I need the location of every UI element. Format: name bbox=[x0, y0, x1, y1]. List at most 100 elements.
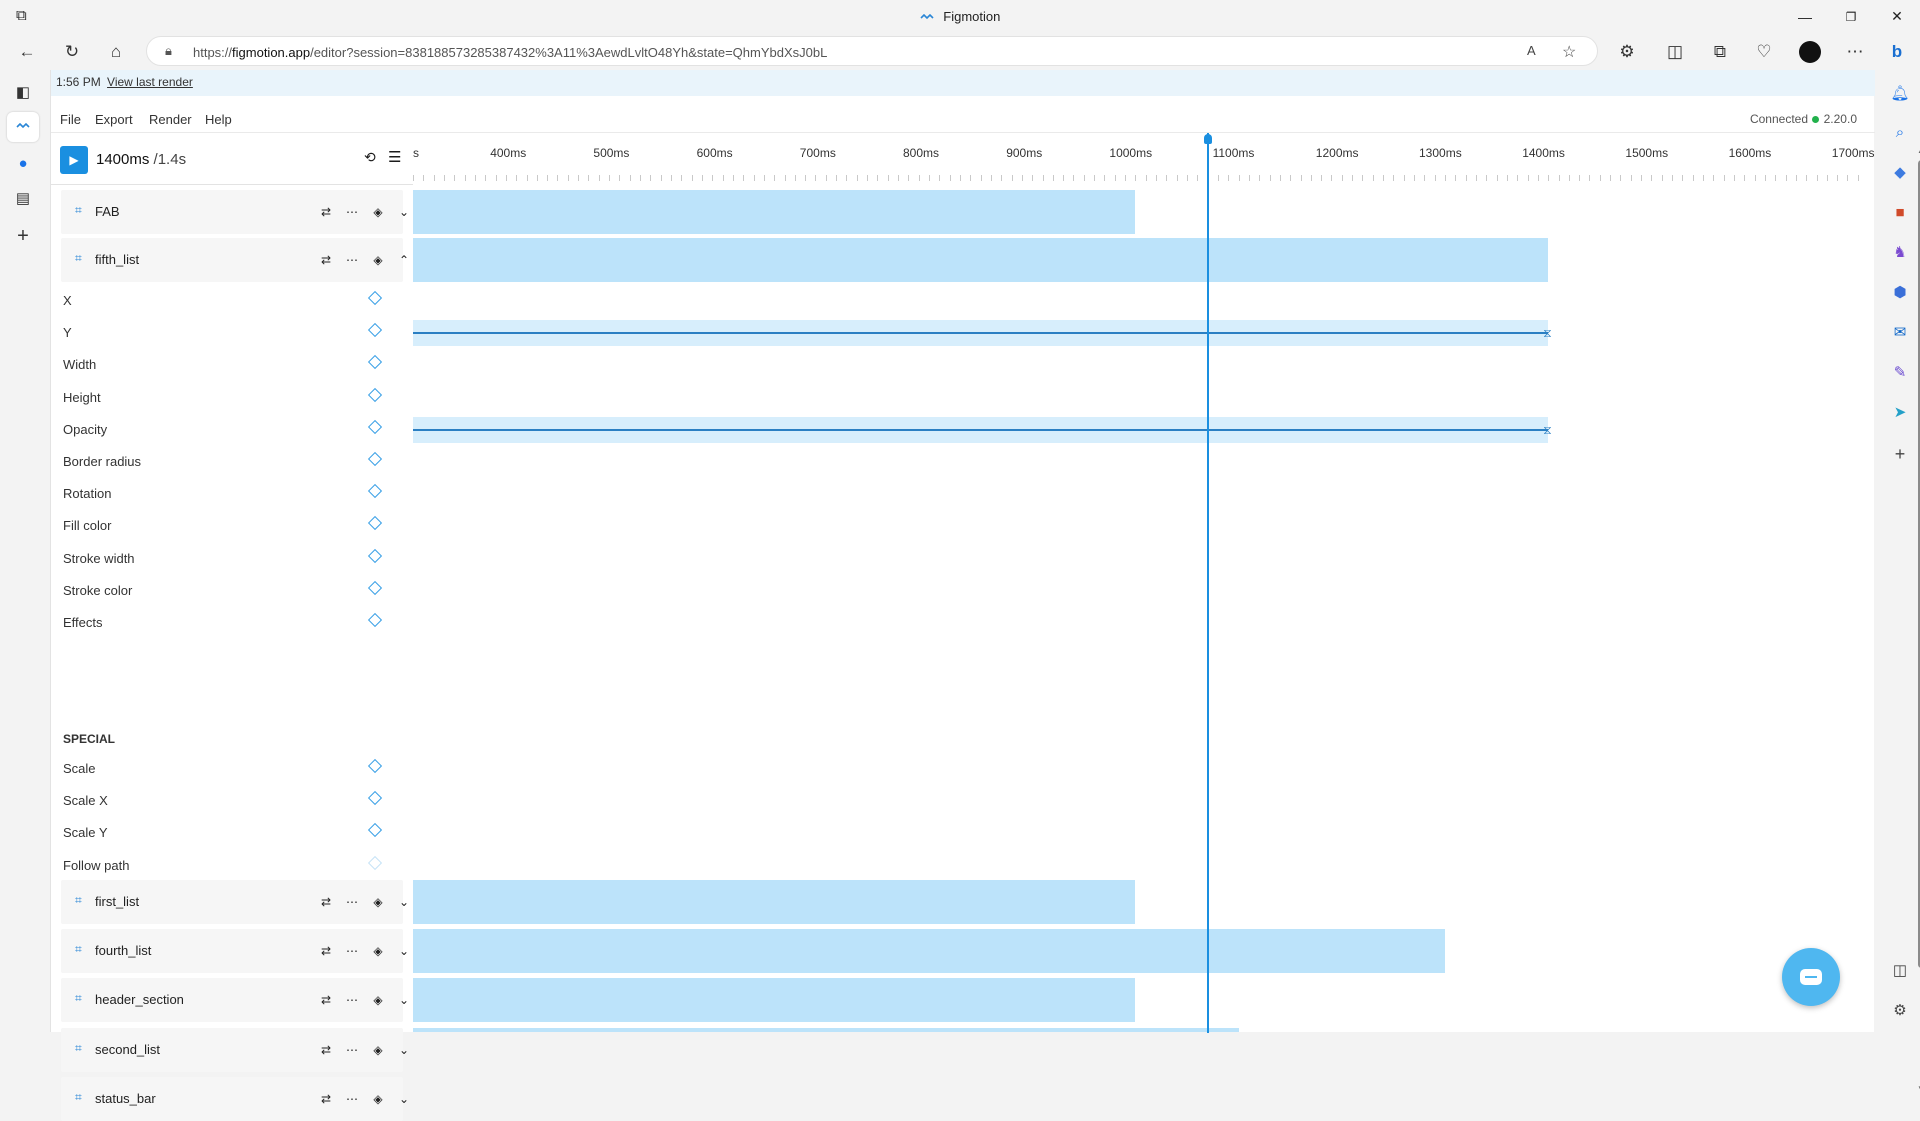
layer-row[interactable]: ⌗ fourth_list ⇄ ⋯ ◈ ⌄ bbox=[61, 929, 409, 974]
extensions-icon[interactable]: ⚙ bbox=[1614, 39, 1640, 65]
restore-button[interactable]: ❐ bbox=[1828, 0, 1874, 33]
list-menu-icon[interactable]: ☰ bbox=[388, 148, 401, 166]
property-row[interactable]: Scale bbox=[51, 752, 413, 784]
keyframe-diamond-icon[interactable] bbox=[367, 791, 383, 806]
chat-support-button[interactable] bbox=[1782, 948, 1840, 1006]
shopping-tag-icon[interactable]: ◆ bbox=[1888, 160, 1912, 184]
keyframe-diamond-icon[interactable] bbox=[367, 323, 383, 338]
address-bar[interactable]: 🔒︎ https://figmotion.app/editor?session=… bbox=[146, 36, 1598, 66]
property-row[interactable]: Scale X bbox=[51, 784, 413, 816]
menu-file[interactable]: File bbox=[60, 112, 81, 127]
chevron-down-icon[interactable]: ⌄ bbox=[394, 941, 414, 961]
loop-icon[interactable]: ⟲ bbox=[364, 149, 376, 166]
refresh-icon[interactable]: ↻ bbox=[59, 39, 85, 65]
tab-chat-icon[interactable]: ▤ bbox=[7, 183, 39, 213]
property-row[interactable]: Rotation bbox=[51, 477, 413, 509]
layer-track-bar[interactable] bbox=[413, 1027, 1239, 1032]
layers-icon[interactable]: ◈ bbox=[368, 1089, 388, 1109]
back-icon[interactable]: ← bbox=[14, 39, 40, 65]
layer-row[interactable]: ⌗ second_list ⇄ ⋯ ◈ ⌄ bbox=[61, 1027, 409, 1072]
property-row[interactable]: X bbox=[51, 284, 413, 316]
layers-icon[interactable]: ◈ bbox=[368, 892, 388, 912]
chevron-down-icon[interactable]: ⌄ bbox=[394, 990, 414, 1010]
keyframe-diamond-icon[interactable] bbox=[367, 580, 383, 595]
more-icon[interactable]: ⋯ bbox=[342, 1040, 362, 1060]
layer-row[interactable]: ⌗ fifth_list ⇄ ⋯ ◈ ⌃ bbox=[61, 238, 409, 282]
keyframe-diamond-icon[interactable] bbox=[367, 355, 383, 370]
office-icon[interactable]: ⬢ bbox=[1888, 280, 1912, 304]
search-icon[interactable]: ⌕ bbox=[1888, 120, 1912, 144]
close-button[interactable]: ✕ bbox=[1874, 0, 1920, 33]
layers-icon[interactable]: ◈ bbox=[368, 941, 388, 961]
settings-gear-icon[interactable]: ⚙ bbox=[1888, 998, 1912, 1022]
more-icon[interactable]: ⋯ bbox=[342, 941, 362, 961]
more-icon[interactable]: ⋯ bbox=[342, 202, 362, 222]
property-row[interactable]: Effects bbox=[51, 606, 413, 638]
play-button[interactable]: ▶ bbox=[60, 146, 88, 174]
new-tab-icon[interactable]: + bbox=[7, 221, 39, 251]
layer-track-bar[interactable] bbox=[413, 880, 1136, 924]
layer-row[interactable]: ⌗ first_list ⇄ ⋯ ◈ ⌄ bbox=[61, 880, 409, 924]
outlook-icon[interactable]: ✉ bbox=[1888, 320, 1912, 344]
keyframe-marker-icon[interactable]: ⧖ bbox=[1543, 423, 1553, 437]
designer-icon[interactable]: ✎ bbox=[1888, 360, 1912, 384]
more-icon[interactable]: ⋯ bbox=[342, 250, 362, 270]
tools-icon[interactable]: ■ bbox=[1888, 200, 1912, 224]
split-screen-icon[interactable]: ◫ bbox=[1662, 39, 1688, 65]
url-text[interactable]: https://figmotion.app/editor?session=838… bbox=[193, 45, 827, 60]
menu-render[interactable]: Render bbox=[149, 112, 192, 127]
minimize-button[interactable]: — bbox=[1782, 0, 1828, 33]
menu-export[interactable]: Export bbox=[95, 112, 133, 127]
chevron-down-icon[interactable]: ⌄ bbox=[394, 1040, 414, 1060]
chevron-down-icon[interactable]: ⌄ bbox=[394, 202, 414, 222]
more-icon[interactable]: ⋯ bbox=[342, 990, 362, 1010]
layers-icon[interactable]: ◈ bbox=[368, 1040, 388, 1060]
sidebar-layout-icon[interactable]: ◫ bbox=[1888, 958, 1912, 982]
layer-track-bar[interactable] bbox=[413, 978, 1136, 1023]
property-row[interactable]: Height bbox=[51, 381, 413, 413]
keyframe-diamond-icon[interactable] bbox=[367, 758, 383, 774]
property-row[interactable]: Stroke color bbox=[51, 574, 413, 606]
more-icon[interactable]: ⋯ bbox=[342, 1089, 362, 1109]
collections-icon[interactable]: ⧉ bbox=[1707, 39, 1733, 65]
adjust-icon[interactable]: ⇄ bbox=[316, 1040, 336, 1060]
home-icon[interactable]: ⌂ bbox=[103, 39, 129, 65]
layer-row[interactable]: ⌗ status_bar ⇄ ⋯ ◈ ⌄ bbox=[61, 1076, 409, 1121]
property-row[interactable]: Y bbox=[51, 316, 413, 348]
playhead[interactable] bbox=[1207, 133, 1209, 1033]
adjust-icon[interactable]: ⇄ bbox=[316, 941, 336, 961]
adjust-icon[interactable]: ⇄ bbox=[316, 202, 336, 222]
keyframe-diamond-icon[interactable] bbox=[367, 387, 383, 402]
chevron-down-icon[interactable]: ⌄ bbox=[394, 892, 414, 912]
keyframe-diamond-icon[interactable] bbox=[367, 548, 383, 563]
games-icon[interactable]: ♞ bbox=[1888, 240, 1912, 264]
property-row[interactable]: Width bbox=[51, 348, 413, 380]
property-row[interactable]: Opacity bbox=[51, 413, 413, 445]
favorite-star-icon[interactable]: ☆ bbox=[1562, 42, 1576, 62]
notifications-icon[interactable]: 🔔︎ bbox=[1888, 81, 1912, 105]
tab-browser-icon[interactable]: ● bbox=[7, 148, 39, 178]
timeline-tracks[interactable]: ⧖ ⧖ bbox=[413, 190, 1859, 1032]
keyframe-diamond-icon[interactable] bbox=[367, 290, 383, 306]
property-row[interactable]: Border radius bbox=[51, 445, 413, 477]
timeline-ruler[interactable]: s 400ms 500ms 600ms 700ms 800ms 900ms 1000ms 110… bbox=[413, 133, 1875, 185]
adjust-icon[interactable]: ⇄ bbox=[316, 1089, 336, 1109]
keyframe-marker-icon[interactable]: ⧖ bbox=[1543, 326, 1553, 340]
property-row[interactable]: Follow path bbox=[51, 849, 413, 881]
tab-actions-icon[interactable]: ◧ bbox=[7, 77, 39, 107]
property-row[interactable]: Stroke width bbox=[51, 542, 413, 574]
heart-icon[interactable]: ♡ bbox=[1751, 39, 1777, 65]
read-aloud-icon[interactable]: A bbox=[1527, 43, 1536, 58]
copilot-icon[interactable]: b bbox=[1884, 39, 1910, 65]
keyframe-diamond-icon[interactable] bbox=[367, 612, 383, 628]
keyframe-diamond-icon[interactable] bbox=[367, 419, 383, 434]
layer-row[interactable]: ⌗ FAB ⇄ ⋯ ◈ ⌄ bbox=[61, 190, 409, 234]
layer-track-bar[interactable] bbox=[413, 238, 1549, 282]
keyframe-diamond-icon[interactable] bbox=[367, 516, 383, 531]
property-row[interactable]: Fill color bbox=[51, 509, 413, 541]
layers-icon[interactable]: ◈ bbox=[368, 202, 388, 222]
layers-icon[interactable]: ◈ bbox=[368, 250, 388, 270]
property-row[interactable]: Scale Y bbox=[51, 816, 413, 848]
tab-figmotion-icon[interactable] bbox=[7, 112, 39, 142]
playhead-handle[interactable] bbox=[1204, 134, 1212, 144]
